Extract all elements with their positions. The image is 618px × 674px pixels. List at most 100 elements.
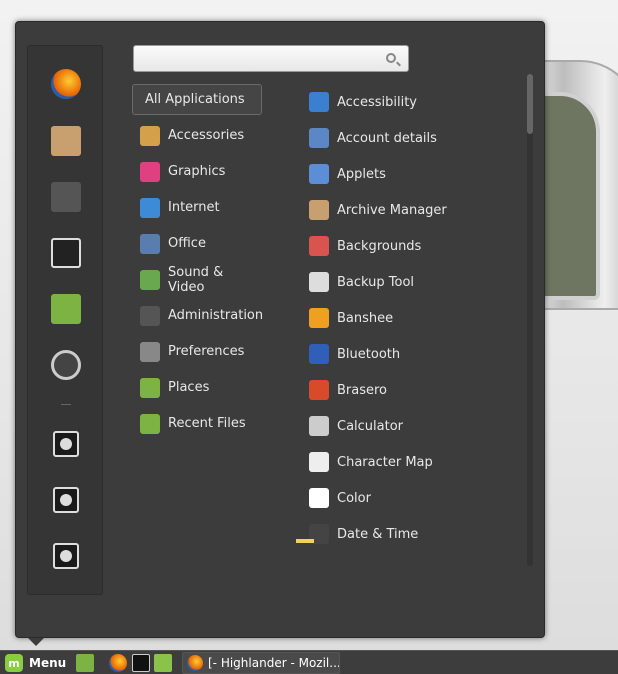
recent-folder-icon (140, 413, 160, 434)
mint-logo-icon: m (5, 654, 23, 672)
app-archive-manager[interactable]: Archive Manager (308, 194, 508, 226)
app-brasero[interactable]: Brasero (308, 374, 508, 406)
app-label: Applets (337, 166, 386, 182)
firefox-launcher-icon[interactable] (109, 654, 127, 672)
category-accessories[interactable]: Accessories (132, 120, 262, 151)
bluetooth-icon (309, 344, 329, 364)
category-internet[interactable]: Internet (132, 192, 262, 223)
category-label: Administration (168, 308, 264, 323)
app-accessibility[interactable]: Accessibility (308, 86, 508, 118)
preferences-icon (140, 341, 160, 362)
category-administration[interactable]: Administration (132, 300, 264, 331)
category-all-applications[interactable]: All Applications (132, 84, 262, 115)
app-color[interactable]: Color (308, 482, 508, 514)
category-label: Accessories (168, 128, 245, 143)
partial-app-icon (296, 539, 314, 543)
terminal-icon (51, 238, 81, 268)
search-icon (386, 53, 396, 63)
app-label: Bluetooth (337, 346, 401, 362)
category-recent-files[interactable]: Recent Files (132, 408, 262, 439)
firefox-icon (187, 655, 203, 671)
app-banshee[interactable]: Banshee (308, 302, 508, 334)
category-preferences[interactable]: Preferences (132, 336, 262, 367)
app-date-time[interactable]: Date & Time (308, 518, 508, 550)
lock-icon (53, 431, 79, 457)
settings-icon (51, 182, 81, 212)
logout-button[interactable] (50, 484, 82, 516)
search-input[interactable] (140, 50, 380, 68)
calculator-icon (140, 125, 160, 146)
taskbar-window-firefox[interactable]: [- Highlander - Mozil... (182, 652, 340, 674)
app-label: Character Map (337, 454, 433, 470)
disc-icon (309, 380, 329, 400)
scrollbar-thumb[interactable] (527, 74, 533, 134)
app-list-scrollbar[interactable] (527, 74, 533, 566)
app-label: Backup Tool (337, 274, 415, 290)
package-icon (51, 126, 81, 156)
app-applets[interactable]: Applets (308, 158, 508, 190)
archive-icon (309, 200, 329, 220)
menu-label: Menu (29, 656, 67, 670)
category-places[interactable]: Places (132, 372, 262, 403)
applets-icon (309, 164, 329, 184)
favorite-files[interactable] (50, 293, 82, 325)
application-menu: All Applications Accessories Graphics Inter… (15, 21, 545, 638)
category-label: Sound & Video (168, 264, 224, 295)
favorites-panel (27, 45, 103, 595)
category-label: Preferences (168, 344, 245, 359)
terminal-launcher-icon[interactable] (132, 654, 150, 672)
favorite-software-manager[interactable] (50, 125, 82, 157)
category-label: Places (168, 380, 210, 395)
app-backup-tool[interactable]: Backup Tool (308, 266, 508, 298)
app-backgrounds[interactable]: Backgrounds (308, 230, 508, 262)
category-sound-video[interactable]: Sound & Video (132, 264, 262, 295)
show-desktop-icon[interactable] (76, 654, 94, 672)
charmap-icon (309, 452, 329, 472)
favorite-system-settings[interactable] (50, 181, 82, 213)
app-label: Color (337, 490, 371, 506)
folder-icon (51, 294, 81, 324)
shutdown-button[interactable] (50, 540, 82, 572)
category-label: Internet (168, 200, 220, 215)
files-launcher-icon[interactable] (154, 654, 172, 672)
backgrounds-icon (309, 236, 329, 256)
media-icon (140, 269, 160, 290)
accessibility-icon (309, 92, 329, 112)
lock-button[interactable] (50, 428, 82, 460)
banshee-icon (309, 308, 329, 328)
menu-button[interactable]: m Menu (2, 653, 66, 673)
favorite-terminal[interactable] (50, 237, 82, 269)
category-graphics[interactable]: Graphics (132, 156, 262, 187)
app-bluetooth[interactable]: Bluetooth (308, 338, 508, 370)
search-box[interactable] (133, 45, 409, 72)
folder-icon (140, 377, 160, 398)
category-office[interactable]: Office (132, 228, 262, 259)
camera-icon (51, 350, 81, 380)
admin-icon (140, 305, 160, 326)
user-icon (309, 128, 329, 148)
app-label: Account details (337, 130, 437, 146)
calculator-icon (309, 416, 329, 436)
color-icon (309, 488, 329, 508)
app-character-map[interactable]: Character Map (308, 446, 508, 478)
app-label: Archive Manager (337, 202, 447, 218)
category-label: Recent Files (168, 416, 246, 431)
category-label: Graphics (168, 164, 226, 179)
favorite-firefox[interactable] (50, 68, 82, 100)
app-label: Brasero (337, 382, 388, 398)
app-label: Accessibility (337, 94, 417, 110)
firefox-icon (51, 69, 81, 99)
office-icon (140, 233, 160, 254)
logout-icon (53, 487, 79, 513)
internet-icon (140, 197, 160, 218)
taskbar: m Menu [- Highlander - Mozil... (0, 650, 618, 674)
backup-icon (309, 272, 329, 292)
app-calculator[interactable]: Calculator (308, 410, 508, 442)
category-label: All Applications (145, 92, 245, 107)
menu-pointer (28, 638, 44, 646)
app-label: Banshee (337, 310, 394, 326)
favorite-camera[interactable] (50, 349, 82, 381)
power-icon (53, 543, 79, 569)
app-account-details[interactable]: Account details (308, 122, 508, 154)
app-label: Date & Time (337, 526, 419, 542)
